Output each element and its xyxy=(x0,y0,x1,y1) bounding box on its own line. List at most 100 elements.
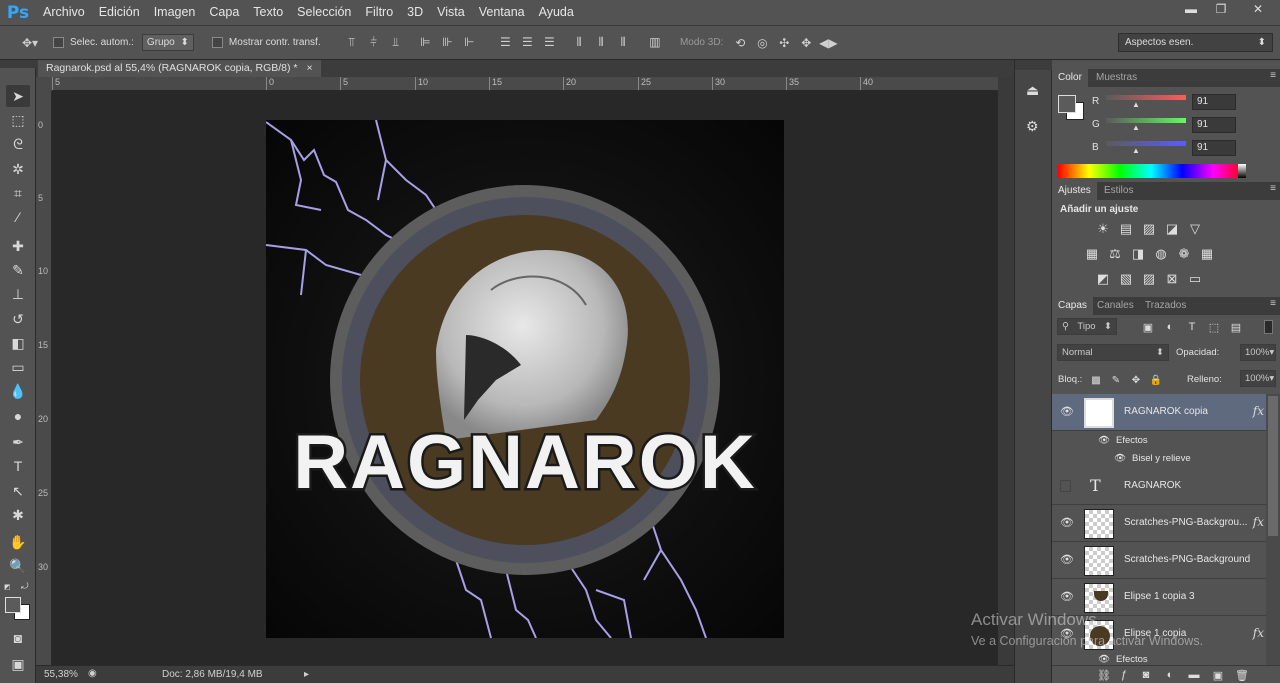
quick-mask-icon[interactable]: ◙ xyxy=(6,627,30,649)
marquee-tool-icon[interactable]: ⬚ xyxy=(6,109,30,131)
history-brush-tool-icon[interactable]: ↺ xyxy=(6,308,30,330)
curves-icon[interactable]: ▨ xyxy=(1141,221,1157,237)
b-slider-thumb[interactable]: ▲ xyxy=(1132,146,1140,155)
align-vcenter-icon[interactable]: ⫩ xyxy=(366,35,382,51)
visibility-eye-icon[interactable]: 👁 xyxy=(1060,590,1074,603)
color-fg-swatch[interactable] xyxy=(1058,95,1076,113)
workspace-dropdown[interactable]: Aspectos esen. ⬍ xyxy=(1118,33,1273,52)
fx-icon[interactable]: fx xyxy=(1253,515,1264,529)
lock-pixels-icon[interactable]: ✎ xyxy=(1108,372,1124,388)
distribute-right-icon[interactable]: ⫴ xyxy=(615,35,631,51)
add-mask-icon[interactable]: ◙ xyxy=(1138,667,1154,683)
document-canvas[interactable]: RAGNAROK xyxy=(266,120,784,638)
panel-menu-icon[interactable]: ≡ xyxy=(1270,70,1276,81)
r-slider-thumb[interactable]: ▲ xyxy=(1132,100,1140,109)
slide-3d-icon[interactable]: ✥ xyxy=(798,35,814,51)
layer-row[interactable]: 👁 RAGNAROK copia fx xyxy=(1052,394,1266,431)
layer-filter-dropdown[interactable]: ⚲ Tipo ⬍ xyxy=(1057,318,1117,335)
blur-tool-icon[interactable]: 💧 xyxy=(6,380,30,402)
history-panel-icon[interactable]: ⏏ xyxy=(1026,82,1039,99)
filter-pixel-icon[interactable]: ▣ xyxy=(1140,319,1156,335)
orbit-3d-icon[interactable]: ⟲ xyxy=(732,35,748,51)
visibility-eye-icon[interactable]: 👁 xyxy=(1060,553,1074,566)
document-tab[interactable]: Ragnarok.psd al 55,4% (RAGNAROK copia, R… xyxy=(38,60,321,77)
menu-ventana[interactable]: Ventana xyxy=(472,0,532,25)
close-tab-icon[interactable]: × xyxy=(306,62,312,74)
filter-toggle[interactable] xyxy=(1264,320,1273,334)
tab-color[interactable]: Color xyxy=(1052,69,1088,87)
color-lookup-icon[interactable]: ▦ xyxy=(1199,246,1215,262)
menu-texto[interactable]: Texto xyxy=(246,0,290,25)
gradient-tool-icon[interactable]: ▭ xyxy=(6,356,30,378)
crop-tool-icon[interactable]: ⌗ xyxy=(6,182,30,204)
align-left-icon[interactable]: ⊫ xyxy=(417,34,433,50)
tab-trazados[interactable]: Trazados xyxy=(1139,297,1192,315)
effects-row[interactable]: 👁 Efectos xyxy=(1052,652,1266,666)
invert-icon[interactable]: ◩ xyxy=(1095,271,1111,287)
distribute-left-icon[interactable]: ⫴ xyxy=(571,35,587,51)
distribute-hcenter-icon[interactable]: ⫴ xyxy=(593,35,609,51)
align-top-icon[interactable]: ⫪ xyxy=(344,35,360,51)
blend-mode-dropdown[interactable]: Normal ⬍ xyxy=(1057,344,1169,361)
layer-row[interactable]: T RAGNAROK xyxy=(1052,468,1266,505)
custom-shape-tool-icon[interactable]: ✱ xyxy=(6,504,30,526)
menu-vista[interactable]: Vista xyxy=(430,0,472,25)
color-spectrum[interactable] xyxy=(1058,164,1244,178)
lasso-tool-icon[interactable]: ᘓ xyxy=(6,133,30,155)
visibility-hidden-box[interactable] xyxy=(1060,480,1071,492)
menu-filtro[interactable]: Filtro xyxy=(358,0,400,25)
auto-select-checkbox[interactable] xyxy=(53,37,64,48)
status-info-icon[interactable]: ◉ xyxy=(88,668,97,679)
menu-seleccion[interactable]: Selección xyxy=(290,0,358,25)
tab-muestras[interactable]: Muestras xyxy=(1090,69,1143,87)
filter-type-icon[interactable]: T xyxy=(1184,319,1200,335)
r-slider[interactable] xyxy=(1106,95,1186,100)
close-icon[interactable]: ✕ xyxy=(1236,0,1280,18)
hue-saturation-icon[interactable]: ▦ xyxy=(1084,246,1100,262)
menu-imagen[interactable]: Imagen xyxy=(147,0,203,25)
status-menu-arrow-icon[interactable]: ▸ xyxy=(304,669,309,680)
visibility-eye-icon[interactable]: 👁 xyxy=(1098,435,1110,446)
swap-colors-icon[interactable]: ⤾ xyxy=(21,581,29,592)
filter-adjustment-icon[interactable]: ◐ xyxy=(1162,319,1178,335)
brightness-icon[interactable]: ☀ xyxy=(1095,221,1111,237)
tab-canales[interactable]: Canales xyxy=(1091,297,1140,315)
distribute-vcenter-icon[interactable]: ☰ xyxy=(519,34,535,50)
auto-align-icon[interactable]: ▥ xyxy=(647,34,663,50)
exposure-icon[interactable]: ◪ xyxy=(1164,221,1180,237)
move-tool-preset-icon[interactable]: ✥▾ xyxy=(18,35,42,51)
menu-edicion[interactable]: Edición xyxy=(92,0,147,25)
fx-icon[interactable]: fx xyxy=(1253,404,1264,418)
layer-row[interactable]: 👁 Scratches-PNG-Background ... xyxy=(1052,542,1266,579)
move-tool-icon[interactable]: ➤ xyxy=(6,85,30,107)
properties-panel-icon[interactable]: ⚙ xyxy=(1026,118,1039,135)
type-tool-icon[interactable]: T xyxy=(6,455,30,477)
visibility-eye-icon[interactable]: 👁 xyxy=(1060,516,1074,529)
visibility-eye-icon[interactable]: 👁 xyxy=(1098,654,1110,665)
spectrum-bw[interactable] xyxy=(1238,164,1246,178)
black-white-icon[interactable]: ◨ xyxy=(1130,246,1146,262)
threshold-icon[interactable]: ▨ xyxy=(1141,271,1157,287)
align-right-icon[interactable]: ⊩ xyxy=(461,34,477,50)
roll-3d-icon[interactable]: ◎ xyxy=(754,35,770,51)
lock-all-icon[interactable]: 🔒 xyxy=(1148,372,1164,388)
foreground-color-swatch[interactable] xyxy=(5,597,21,613)
g-slider[interactable] xyxy=(1106,118,1186,123)
canvas-vertical-scrollbar[interactable] xyxy=(998,77,1014,665)
opacity-field[interactable]: 100% ▾ xyxy=(1240,344,1276,361)
color-balance-icon[interactable]: ⚖ xyxy=(1107,246,1123,262)
link-layers-icon[interactable]: ⛓ xyxy=(1096,667,1112,683)
pen-tool-icon[interactable]: ✒ xyxy=(6,431,30,453)
layers-scrollbar-thumb[interactable] xyxy=(1268,396,1278,536)
menu-ayuda[interactable]: Ayuda xyxy=(532,0,581,25)
brush-tool-icon[interactable]: ✎ xyxy=(6,259,30,281)
path-selection-tool-icon[interactable]: ↖ xyxy=(6,480,30,502)
fill-field[interactable]: 100% ▾ xyxy=(1240,370,1276,387)
b-value[interactable]: 91 xyxy=(1192,140,1236,156)
tab-estilos[interactable]: Estilos xyxy=(1098,182,1139,200)
menu-archivo[interactable]: Archivo xyxy=(36,0,92,25)
vibrance-icon[interactable]: ▽ xyxy=(1187,221,1203,237)
new-adjustment-icon[interactable]: ◐ xyxy=(1162,667,1178,683)
distribute-bottom-icon[interactable]: ☰ xyxy=(541,34,557,50)
lock-transparency-icon[interactable]: ▩ xyxy=(1088,372,1104,388)
